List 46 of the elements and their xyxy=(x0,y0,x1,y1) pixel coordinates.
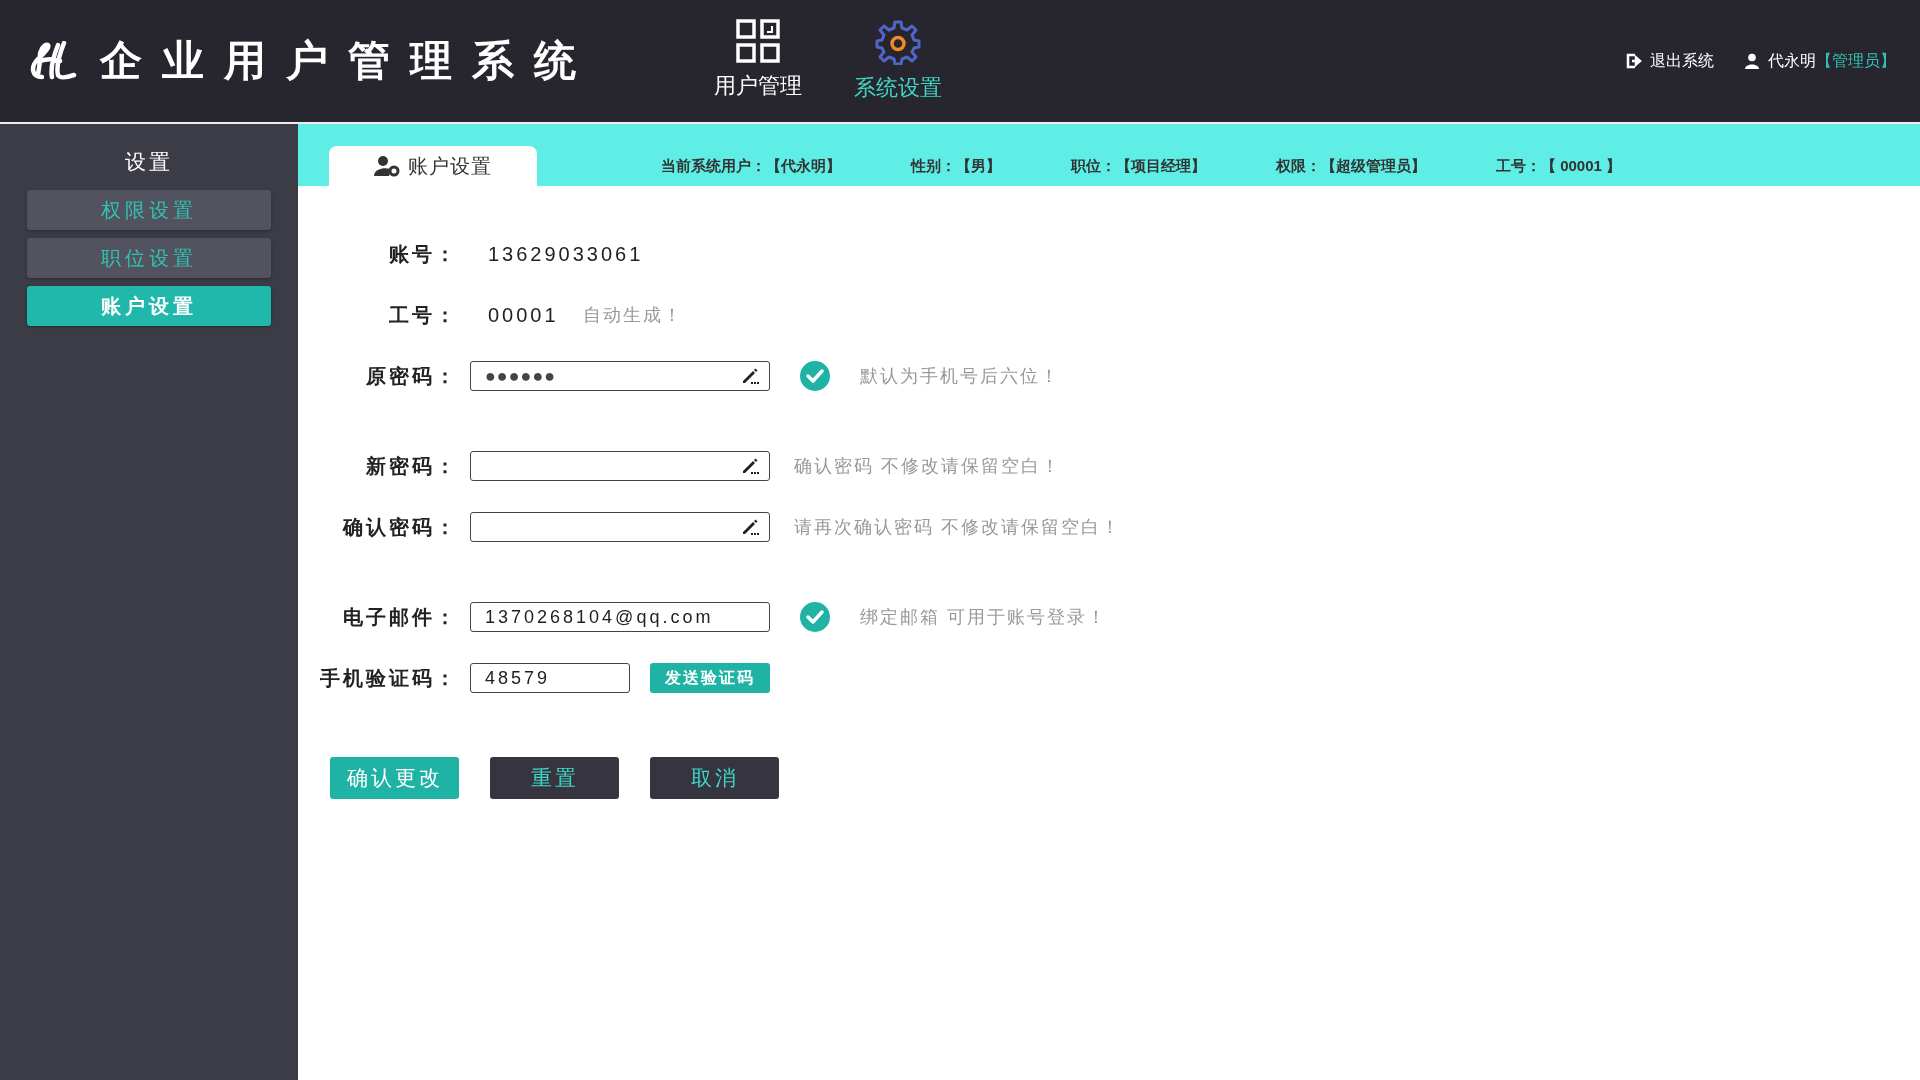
grid-icon xyxy=(736,19,780,63)
logout-icon[interactable] xyxy=(1626,53,1642,69)
check-circle-icon xyxy=(800,361,830,391)
password-field[interactable] xyxy=(470,451,770,481)
hint-text: 自动生成！ xyxy=(582,304,683,327)
field-value: 13629033061 xyxy=(488,242,644,266)
pencil-icon[interactable] xyxy=(741,457,759,475)
field-label: 电子邮件： xyxy=(342,604,458,630)
account-tab[interactable]: 账户设置 xyxy=(329,146,537,186)
password-field[interactable]: ●●●●●● xyxy=(470,361,770,391)
check-circle-icon xyxy=(800,602,830,632)
info-text: 职位：【项目经理】 xyxy=(1071,156,1206,176)
pencil-icon[interactable] xyxy=(741,518,759,536)
logout-link[interactable]: 退出系统 xyxy=(1650,50,1714,72)
user-name: 代永明【管理员】 xyxy=(1768,50,1896,71)
field-label: 手机验证码： xyxy=(319,665,458,691)
field-label: 确认密码： xyxy=(341,514,458,540)
password-field[interactable] xyxy=(470,512,770,542)
info-text: 性别：【男】 xyxy=(911,156,1001,176)
sidebar-title: 设置 xyxy=(125,149,173,175)
sidebar-item[interactable]: 权限设置 xyxy=(27,190,271,230)
logo-icon xyxy=(28,41,78,81)
user-icon xyxy=(1744,53,1760,69)
field-label: 工号： xyxy=(388,302,458,328)
field-label: 新密码： xyxy=(365,453,458,479)
field-value: 00001 xyxy=(488,303,559,327)
hint-text: 默认为手机号后六位！ xyxy=(860,365,1060,388)
info-text: 工号：【 00001 】 xyxy=(1496,156,1622,176)
hint-text: 绑定邮箱 可用于账号登录！ xyxy=(860,606,1107,629)
action-button[interactable]: 取消 xyxy=(650,757,779,799)
nav-tab[interactable]: 系统设置 xyxy=(850,19,946,103)
info-text: 权限：【超级管理员】 xyxy=(1276,156,1426,176)
sidebar-item[interactable]: 职位设置 xyxy=(27,238,271,278)
email-field[interactable]: 1370268104@qq.com xyxy=(470,602,770,632)
gear-icon xyxy=(875,19,921,65)
user-gear-icon xyxy=(374,155,400,177)
info-text: 当前系统用户：【代永明】 xyxy=(661,156,841,176)
hint-text: 确认密码 不修改请保留空白！ xyxy=(794,455,1061,478)
field-label: 原密码： xyxy=(365,363,458,389)
pencil-icon[interactable] xyxy=(741,367,759,385)
app-title: 企业用户管理系统 xyxy=(100,37,596,86)
code-field[interactable]: 48579 xyxy=(470,663,630,693)
action-button[interactable]: 重置 xyxy=(490,757,619,799)
field-label: 账号： xyxy=(388,241,458,267)
hint-text: 请再次确认密码 不修改请保留空白！ xyxy=(794,516,1121,539)
nav-tab[interactable]: 用户管理 xyxy=(710,19,806,103)
